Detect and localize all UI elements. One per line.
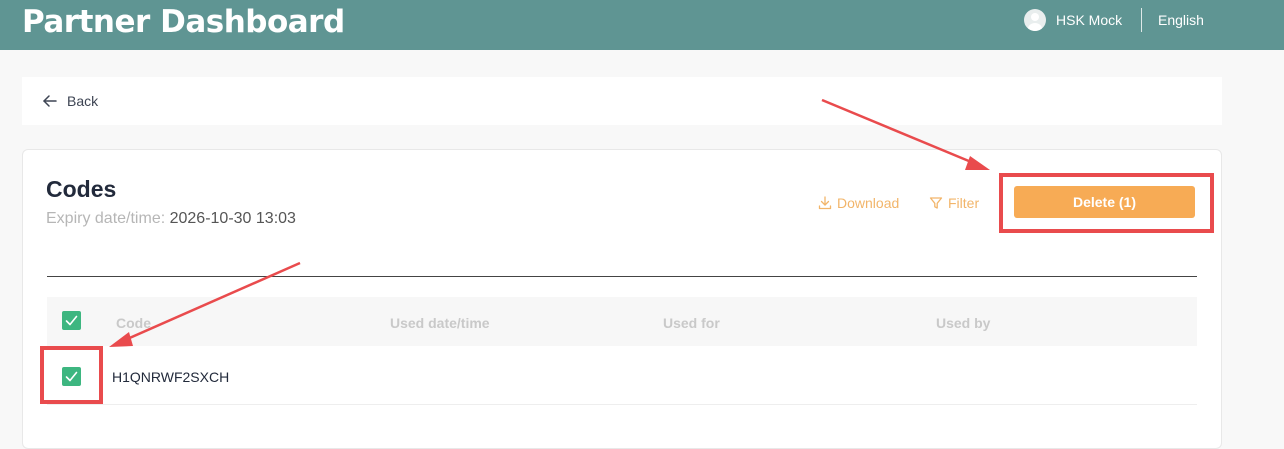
section-divider: [47, 276, 1197, 277]
filter-icon: [929, 197, 943, 209]
column-header-code: Code: [116, 315, 151, 331]
download-icon: [818, 196, 832, 210]
header-divider: [1141, 8, 1142, 32]
download-button[interactable]: Download: [818, 195, 899, 211]
language-selector[interactable]: English: [1158, 12, 1204, 28]
highlight-box-delete: [999, 173, 1214, 233]
checkmark-icon: [65, 315, 78, 326]
back-label: Back: [67, 93, 99, 109]
back-bar: Back: [22, 77, 1222, 125]
column-header-used-for: Used for: [663, 315, 720, 331]
top-bar: Partner Dashboard HSK Mock English: [0, 0, 1284, 50]
code-cell: H1QNRWF2SXCH: [112, 369, 230, 385]
table-row[interactable]: H1QNRWF2SXCH: [47, 347, 1197, 405]
user-name: HSK Mock: [1056, 12, 1123, 28]
arrow-left-icon: [43, 95, 57, 107]
avatar-icon: [1024, 9, 1046, 31]
column-header-used-datetime: Used date/time: [390, 315, 490, 331]
page-title: Codes: [46, 176, 117, 202]
expiry-value: 2026-10-30 13:03: [169, 210, 296, 227]
download-label: Download: [837, 195, 900, 211]
filter-button[interactable]: Filter: [929, 195, 979, 211]
select-all-checkbox[interactable]: [62, 311, 81, 330]
highlight-box-checkbox: [40, 346, 103, 404]
table-header: Code Used date/time Used for Used by: [47, 297, 1197, 346]
app-title: Partner Dashboard: [22, 4, 345, 40]
filter-label: Filter: [948, 195, 980, 211]
expiry-info: Expiry date/time: 2026-10-30 13:03: [46, 210, 296, 228]
back-button[interactable]: Back: [42, 93, 98, 109]
column-header-used-by: Used by: [936, 315, 991, 331]
expiry-label: Expiry date/time:: [46, 210, 166, 227]
user-menu[interactable]: HSK Mock: [1024, 8, 1122, 32]
